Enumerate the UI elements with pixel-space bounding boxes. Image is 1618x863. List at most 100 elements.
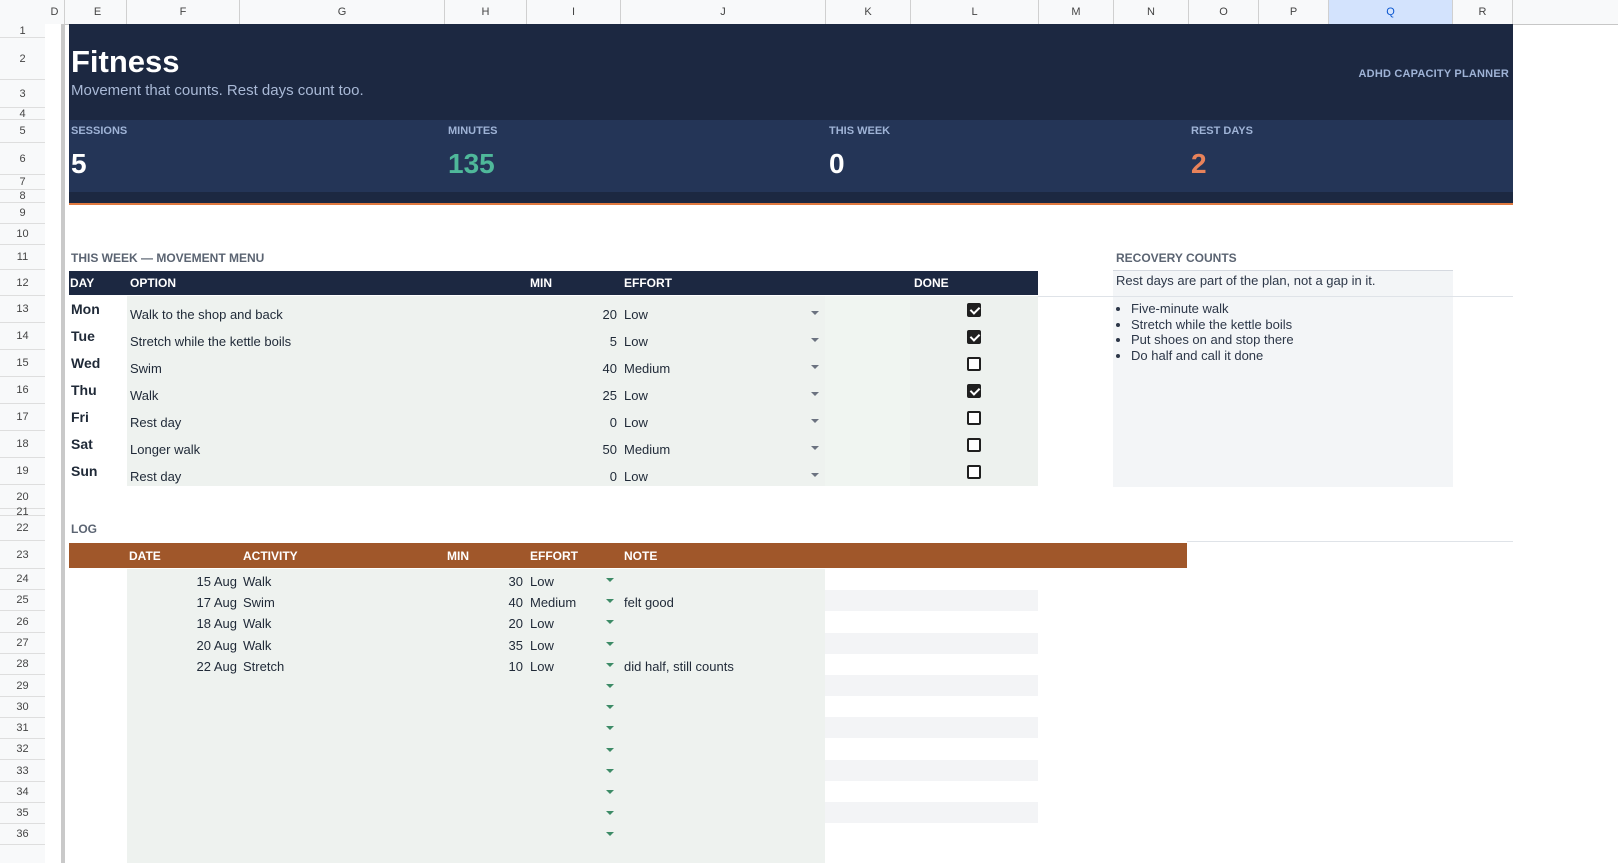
row-header-25[interactable]: 25 <box>0 590 45 611</box>
log-header-note[interactable]: NOTE <box>624 549 657 563</box>
row-header-15[interactable]: 15 <box>0 350 45 377</box>
done-checkbox[interactable] <box>967 438 981 452</box>
done-checkbox[interactable] <box>967 384 981 398</box>
done-checkbox[interactable] <box>967 465 981 479</box>
menu-option-cell[interactable]: Longer walk <box>130 442 200 457</box>
stat-value-rest-days[interactable]: 2 <box>1191 148 1207 180</box>
column-header-j[interactable]: J <box>621 0 826 24</box>
row-header-14[interactable]: 14 <box>0 323 45 350</box>
column-header-o[interactable]: O <box>1189 0 1259 24</box>
menu-day-cell[interactable]: Thu <box>71 382 97 398</box>
chevron-down-icon[interactable] <box>811 419 819 423</box>
log-date-cell[interactable]: 20 Aug <box>127 638 238 653</box>
menu-option-cell[interactable]: Stretch while the kettle boils <box>130 334 291 349</box>
row-header-10[interactable]: 10 <box>0 224 45 245</box>
log-note-cell[interactable]: did half, still counts <box>624 659 734 674</box>
menu-header-effort[interactable]: EFFORT <box>624 276 672 290</box>
stat-value-this-week[interactable]: 0 <box>829 148 845 180</box>
menu-option-cell[interactable]: Swim <box>130 361 162 376</box>
done-checkbox[interactable] <box>967 330 981 344</box>
chevron-down-icon[interactable] <box>606 641 614 646</box>
log-note-cell[interactable]: felt good <box>624 595 674 610</box>
log-date-cell[interactable]: 15 Aug <box>127 574 238 589</box>
column-header-k[interactable]: K <box>826 0 911 24</box>
log-date-cell[interactable]: 18 Aug <box>127 616 238 631</box>
chevron-down-icon[interactable] <box>606 768 614 773</box>
stat-value-minutes[interactable]: 135 <box>448 148 495 180</box>
chevron-down-icon[interactable] <box>606 832 614 837</box>
menu-effort-cell[interactable]: Low <box>624 388 648 403</box>
menu-day-cell[interactable]: Sun <box>71 463 97 479</box>
chevron-down-icon[interactable] <box>606 726 614 731</box>
log-header-effort[interactable]: EFFORT <box>530 549 578 563</box>
row-header-17[interactable]: 17 <box>0 404 45 431</box>
row-header-13[interactable]: 13 <box>0 296 45 323</box>
column-header-d[interactable]: D <box>45 0 65 24</box>
row-header-33[interactable]: 33 <box>0 760 45 782</box>
log-header-date[interactable]: DATE <box>129 549 161 563</box>
column-header-g[interactable]: G <box>240 0 445 24</box>
menu-option-cell[interactable]: Walk to the shop and back <box>130 307 283 322</box>
log-activity-cell[interactable]: Walk <box>243 638 271 653</box>
done-checkbox[interactable] <box>967 411 981 425</box>
log-header-min[interactable]: MIN <box>447 549 469 563</box>
column-header-q[interactable]: Q <box>1329 0 1453 24</box>
row-header-36[interactable]: 36 <box>0 824 45 845</box>
chevron-down-icon[interactable] <box>606 620 614 625</box>
row-header-23[interactable]: 23 <box>0 541 45 569</box>
recovery-item[interactable]: Stretch while the kettle boils <box>1131 317 1294 333</box>
menu-option-cell[interactable]: Walk <box>130 388 158 403</box>
chevron-down-icon[interactable] <box>811 365 819 369</box>
row-header-30[interactable]: 30 <box>0 697 45 718</box>
log-effort-cell[interactable]: Low <box>530 616 554 631</box>
row-header-9[interactable]: 9 <box>0 203 45 224</box>
log-header-activity[interactable]: ACTIVITY <box>243 549 298 563</box>
row-header-1[interactable]: 1 <box>0 24 45 38</box>
row-header-3[interactable]: 3 <box>0 80 45 108</box>
page-subtitle[interactable]: Movement that counts. Rest days count to… <box>71 82 364 99</box>
menu-header-option[interactable]: OPTION <box>130 276 176 290</box>
recovery-intro[interactable]: Rest days are part of the plan, not a ga… <box>1116 273 1375 288</box>
menu-min-cell[interactable]: 5 <box>527 334 617 349</box>
column-header-n[interactable]: N <box>1114 0 1189 24</box>
chevron-down-icon[interactable] <box>811 473 819 477</box>
menu-header-day[interactable]: DAY <box>70 276 94 290</box>
chevron-down-icon[interactable] <box>811 311 819 315</box>
row-header-24[interactable]: 24 <box>0 569 45 590</box>
log-effort-cell[interactable]: Low <box>530 574 554 589</box>
stat-value-sessions[interactable]: 5 <box>71 148 87 180</box>
row-header-27[interactable]: 27 <box>0 633 45 654</box>
row-header-12[interactable]: 12 <box>0 270 45 296</box>
column-header-p[interactable]: P <box>1259 0 1329 24</box>
chevron-down-icon[interactable] <box>811 392 819 396</box>
log-activity-cell[interactable]: Walk <box>243 574 271 589</box>
row-header-35[interactable]: 35 <box>0 803 45 824</box>
row-header-19[interactable]: 19 <box>0 458 45 485</box>
row-header-26[interactable]: 26 <box>0 611 45 633</box>
menu-min-cell[interactable]: 20 <box>527 307 617 322</box>
menu-min-cell[interactable]: 0 <box>527 469 617 484</box>
row-header-8[interactable]: 8 <box>0 190 45 203</box>
log-activity-cell[interactable]: Stretch <box>243 659 284 674</box>
column-header-l[interactable]: L <box>911 0 1039 24</box>
log-effort-cell[interactable]: Low <box>530 659 554 674</box>
log-section-title[interactable]: LOG <box>71 522 97 536</box>
column-header-e[interactable]: E <box>69 0 127 24</box>
row-header-6[interactable]: 6 <box>0 143 45 175</box>
menu-day-cell[interactable]: Fri <box>71 409 89 425</box>
menu-effort-cell[interactable]: Medium <box>624 361 670 376</box>
stat-label-this-week[interactable]: THIS WEEK <box>829 125 890 137</box>
recovery-item[interactable]: Five-minute walk <box>1131 301 1294 317</box>
menu-effort-cell[interactable]: Low <box>624 469 648 484</box>
log-activity-cell[interactable]: Swim <box>243 595 275 610</box>
done-checkbox[interactable] <box>967 357 981 371</box>
row-header-28[interactable]: 28 <box>0 654 45 675</box>
recovery-title[interactable]: RECOVERY COUNTS <box>1116 251 1237 265</box>
row-header-4[interactable]: 4 <box>0 108 45 120</box>
log-min-cell[interactable]: 40 <box>445 595 523 610</box>
menu-min-cell[interactable]: 40 <box>527 361 617 376</box>
menu-effort-cell[interactable]: Low <box>624 415 648 430</box>
menu-min-cell[interactable]: 25 <box>527 388 617 403</box>
chevron-down-icon[interactable] <box>606 747 614 752</box>
log-min-cell[interactable]: 35 <box>445 638 523 653</box>
